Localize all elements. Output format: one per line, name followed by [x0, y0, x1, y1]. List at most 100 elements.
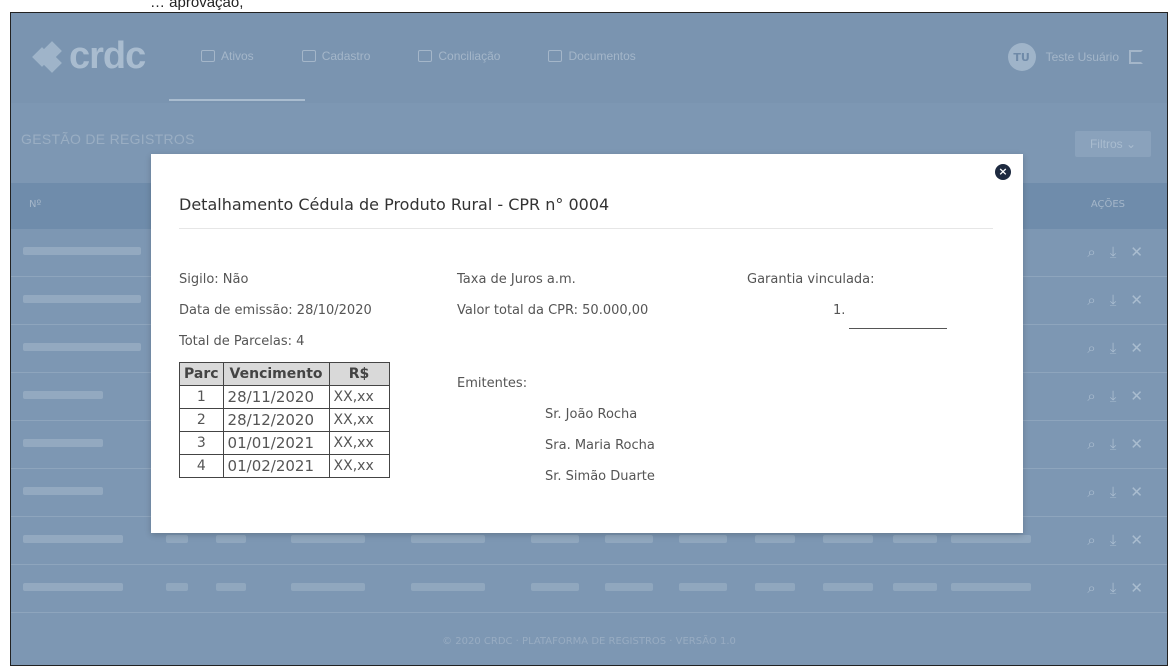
logo-mark-icon	[32, 40, 65, 73]
sync-icon	[418, 50, 433, 62]
close-icon[interactable]: ✕	[1130, 531, 1143, 549]
emitentes-label: Emitentes:	[457, 376, 528, 391]
close-icon[interactable]: ✕	[1130, 435, 1143, 453]
table-header-number: Nº	[29, 199, 42, 210]
taxa-juros-text: Taxa de Juros a.m.	[457, 272, 576, 287]
search-icon[interactable]: ⌕	[1087, 483, 1095, 501]
header-vencimento: Vencimento	[222, 362, 330, 386]
table-row: 3 01/01/2021 XX,xx	[179, 431, 390, 455]
document-icon	[548, 50, 563, 62]
nav-item-conciliacao[interactable]: Conciliação	[418, 49, 500, 63]
data-emissao-text: Data de emissão: 28/10/2020	[179, 303, 372, 318]
row-actions: ⌕ ⤓ ✕	[1087, 483, 1143, 501]
row-actions: ⌕ ⤓ ✕	[1087, 243, 1143, 261]
close-icon[interactable]: ✕	[1130, 387, 1143, 405]
nav-label: Ativos	[221, 49, 254, 63]
logo-text: crdc	[69, 35, 146, 77]
download-icon[interactable]: ⤓	[1110, 243, 1117, 261]
download-icon[interactable]: ⤓	[1110, 435, 1117, 453]
logout-icon[interactable]	[1129, 50, 1143, 64]
garantia-label: Garantia vinculada:	[747, 272, 875, 287]
nav-label: Documentos	[568, 49, 636, 63]
top-caption-text: … aprovação,	[150, 0, 244, 11]
row-actions: ⌕ ⤓ ✕	[1087, 339, 1143, 357]
search-icon[interactable]: ⌕	[1087, 243, 1095, 261]
app-footer: © 2020 CRDC · PLATAFORMA DE REGISTROS · …	[442, 636, 736, 647]
close-icon[interactable]: ✕	[1130, 243, 1143, 261]
nav-item-documentos[interactable]: Documentos	[548, 49, 636, 63]
user-name: Teste Usuário	[1045, 50, 1119, 64]
emitente-item: Sr. Simão Duarte	[545, 469, 655, 484]
close-icon[interactable]: ✕	[1130, 291, 1143, 309]
filter-label: Filtros	[1089, 137, 1123, 151]
cell-parc: 4	[179, 454, 224, 478]
close-icon[interactable]: ✕	[1130, 339, 1143, 357]
modal-title: Detalhamento Cédula de Produto Rural - C…	[179, 195, 610, 214]
parcelas-header-row: Parc Vencimento R$	[179, 362, 390, 386]
nav-label: Conciliação	[438, 49, 501, 63]
logo[interactable]: crdc	[32, 35, 146, 78]
table-header-actions: AÇÕES	[1090, 199, 1125, 210]
user-menu[interactable]: TU Teste Usuário	[1007, 43, 1143, 71]
cell-vencimento: 01/01/2021	[222, 431, 330, 455]
row-actions: ⌕ ⤓ ✕	[1087, 435, 1143, 453]
download-icon[interactable]: ⤓	[1110, 531, 1117, 549]
row-actions: ⌕ ⤓ ✕	[1087, 291, 1143, 309]
parcelas-table: Parc Vencimento R$ 1 28/11/2020 XX,xx 2 …	[179, 362, 390, 478]
cell-vencimento: 28/11/2020	[222, 385, 330, 409]
table-row: 4 01/02/2021 XX,xx	[179, 454, 390, 478]
close-icon[interactable]: ✕	[1130, 483, 1143, 501]
chevron-down-icon: ⌄	[1125, 137, 1137, 151]
search-icon[interactable]: ⌕	[1087, 531, 1095, 549]
table-row: 1 28/11/2020 XX,xx	[179, 385, 390, 409]
edit-icon	[201, 50, 215, 62]
cell-parc: 2	[179, 408, 224, 432]
header-parc: Parc	[179, 362, 224, 386]
row-actions: ⌕ ⤓ ✕	[1087, 531, 1143, 549]
garantia-blank-line	[849, 328, 947, 329]
header-valor: R$	[328, 362, 390, 386]
row-actions: ⌕ ⤓ ✕	[1087, 387, 1143, 405]
table-row[interactable]: ⌕ ⤓ ✕	[11, 565, 1167, 613]
download-icon[interactable]: ⤓	[1110, 339, 1117, 357]
cell-valor: XX,xx	[328, 431, 390, 455]
download-icon[interactable]: ⤓	[1110, 291, 1117, 309]
cell-valor: XX,xx	[328, 454, 390, 478]
download-icon[interactable]: ⤓	[1110, 387, 1117, 405]
cell-valor: XX,xx	[328, 385, 390, 409]
avatar: TU	[1007, 43, 1036, 71]
search-icon	[301, 50, 316, 62]
garantia-item-number: 1.	[833, 303, 846, 318]
row-actions: ⌕ ⤓ ✕	[1087, 579, 1143, 597]
nav-active-underline	[169, 99, 305, 101]
cell-valor: XX,xx	[328, 408, 390, 432]
screenshot-frame: crdc Ativos Cadastro Conciliação Documen…	[10, 12, 1168, 666]
valor-total-text: Valor total da CPR: 50.000,00	[457, 303, 649, 318]
cell-parc: 3	[179, 431, 224, 455]
page-title: GESTÃO DE REGISTROS	[21, 131, 195, 147]
sigilo-text: Sigilo: Não	[179, 272, 249, 287]
nav-item-cadastro[interactable]: Cadastro	[301, 49, 371, 63]
search-icon[interactable]: ⌕	[1087, 579, 1095, 597]
modal-divider	[179, 228, 993, 229]
close-icon[interactable]: ✕	[1130, 579, 1143, 597]
cell-parc: 1	[179, 385, 224, 409]
search-icon[interactable]: ⌕	[1087, 387, 1095, 405]
cell-vencimento: 28/12/2020	[222, 408, 330, 432]
download-icon[interactable]: ⤓	[1110, 483, 1117, 501]
emitente-item: Sr. João Rocha	[545, 407, 638, 422]
download-icon[interactable]: ⤓	[1110, 579, 1117, 597]
search-icon[interactable]: ⌕	[1087, 435, 1095, 453]
filter-button[interactable]: Filtros ⌄	[1075, 131, 1151, 157]
nav-item-ativos[interactable]: Ativos	[201, 49, 254, 63]
close-modal-button[interactable]: ×	[995, 164, 1011, 180]
cpr-detail-modal: × Detalhamento Cédula de Produto Rural -…	[151, 154, 1023, 533]
cell-vencimento: 01/02/2021	[222, 454, 330, 478]
table-row: 2 28/12/2020 XX,xx	[179, 408, 390, 432]
search-icon[interactable]: ⌕	[1087, 291, 1095, 309]
search-icon[interactable]: ⌕	[1087, 339, 1095, 357]
total-parcelas-text: Total de Parcelas: 4	[179, 334, 305, 349]
emitente-item: Sra. Maria Rocha	[545, 438, 655, 453]
app-header: crdc Ativos Cadastro Conciliação Documen…	[11, 13, 1167, 103]
nav-label: Cadastro	[321, 49, 371, 63]
